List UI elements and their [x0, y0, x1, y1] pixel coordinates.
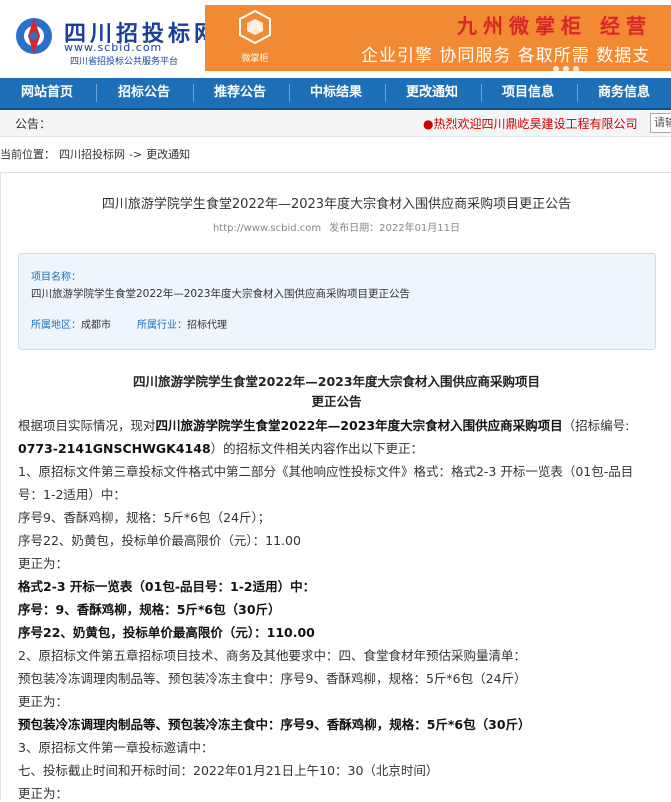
banner-logo: 微掌柜 [227, 9, 283, 67]
body-subheading: 更正公告 [311, 394, 362, 409]
banner-title: 九州微掌柜 经营 [457, 14, 652, 38]
banner-pager[interactable] [553, 57, 583, 71]
text-run: 根据项目实际情况，现对 [18, 418, 156, 433]
body-line: 序号22、奶黄包，投标单价最高限价（元）：11.00 [18, 533, 301, 548]
body-line: 2、原招标文件第五章招标项目技术、商务及其他要求中：四、食堂食材年预估采购量清单… [18, 648, 526, 663]
nav-business-info[interactable]: 商务信息 [579, 78, 669, 108]
body-line: 更正为： [18, 556, 69, 571]
breadcrumb-prefix: 当前位置： [0, 148, 55, 161]
nav-divider [193, 84, 194, 102]
site-logo[interactable]: 四川招投标网 www.scbid.com 四川省招投标公共服务平台 [14, 12, 216, 67]
cube-icon [239, 9, 271, 45]
body-line: 号：1-2适用）中： [18, 487, 126, 502]
nav-home[interactable]: 网站首页 [2, 78, 92, 108]
notice-marquee[interactable]: ●热烈欢迎四川鼎屹昊建设工程有限公司 [423, 115, 637, 132]
site-header: 四川招投标网 www.scbid.com 四川省招投标公共服务平台 微掌柜 九州… [0, 0, 671, 74]
body-line: 1、原招标文件第三章投标文件格式中第二部分《其他响应性投标文件》格式：格式2-3… [18, 464, 634, 479]
body-line: 3、原招标文件第一章投标邀请中： [18, 740, 214, 755]
breadcrumb-current[interactable]: 更改通知 [146, 148, 190, 161]
region-value: 成都市 [81, 320, 111, 331]
notice-label: 公告： [15, 117, 52, 131]
body-heading: 四川旅游学院学生食堂2022年—2023年度大宗食材入围供应商采购项目 [132, 374, 541, 389]
main-nav: 网站首页 招标公告 推荐公告 中标结果 更改通知 项目信息 商务信息 [0, 78, 671, 110]
logo-subtitle: 四川省招投标公共服务平台 [70, 57, 179, 67]
nav-tender-announcement[interactable]: 招标公告 [99, 78, 189, 108]
nav-project-info[interactable]: 项目信息 [483, 78, 573, 108]
nav-change-notice[interactable]: 更改通知 [387, 78, 477, 108]
nav-divider [96, 84, 97, 102]
text-run: （招标编号: [562, 418, 630, 433]
body-line: 0773-2141GNSCHWGK4148）的招标文件相关内容作出以下更正： [18, 438, 423, 457]
body-line: 七、投标截止时间和开标时间：2022年01月21日上午10：30（北京时间） [18, 763, 439, 778]
region-label: 所属地区： [31, 320, 81, 331]
project-name-bold: 四川旅游学院学生食堂2022年—2023年度大宗食材入围供应商采购项目 [155, 418, 563, 433]
publish-date-label: 发布日期： [329, 223, 380, 234]
breadcrumb-arrow: -> [129, 148, 143, 161]
article-title: 四川旅游学院学生食堂2022年—2023年度大宗食材入围供应商采购项目更正公告 [101, 197, 572, 212]
project-info-box: 项目名称： 四川旅游学院学生食堂2022年—2023年度大宗食材入围供应商采购项… [18, 253, 656, 350]
body-line: 更正为： [18, 786, 69, 801]
nav-divider [577, 84, 578, 102]
logo-mark-icon [16, 18, 52, 54]
project-meta-row: 所属地区：成都市 所属行业：招标代理 [31, 316, 253, 331]
industry-value: 招标代理 [187, 320, 227, 331]
breadcrumb-home-link[interactable]: 四川招投标网 [59, 148, 125, 161]
breadcrumb: 当前位置： 四川招投标网 -> 更改通知 [0, 146, 194, 162]
text-run: ）的招标文件相关内容作出以下更正： [210, 441, 424, 456]
notice-bar: 公告： ●热烈欢迎四川鼎屹昊建设工程有限公司 请输 [0, 110, 671, 137]
banner-tagline: 企业引擎 协同服务 各取所需 数据支 [361, 46, 651, 66]
article-meta: http://www.scbid.com 发布日期：2022年01月11日 [1, 219, 671, 234]
nav-recommended[interactable]: 推荐公告 [195, 78, 285, 108]
project-name-label: 项目名称： [31, 272, 81, 283]
body-line-bold: 序号：9、香酥鸡柳，规格：5斤*6包（30斤） [18, 602, 281, 617]
project-name: 四川旅游学院学生食堂2022年—2023年度大宗食材入围供应商采购项目更正公告 [31, 288, 410, 300]
nav-divider [289, 84, 290, 102]
body-line-bold: 格式2-3 开标一览表（01包-品目号：1-2适用）中： [18, 579, 316, 594]
industry-label: 所属行业： [137, 320, 187, 331]
nav-divider [385, 84, 386, 102]
article-source-url: http://www.scbid.com [212, 223, 322, 234]
publish-date: 2022年01月11日 [379, 223, 461, 234]
body-line: 预包装冷冻调理肉制品等、预包装冷冻主食中：序号9、香酥鸡柳，规格：5斤*6包（2… [18, 671, 527, 686]
body-line-bold: 序号22、奶黄包，投标单价最高限价（元）：110.00 [18, 625, 315, 640]
article-panel: 四川旅游学院学生食堂2022年—2023年度大宗食材入围供应商采购项目更正公告 … [0, 172, 671, 801]
nav-bid-results[interactable]: 中标结果 [291, 78, 381, 108]
nav-divider [481, 84, 482, 102]
body-line: 序号9、香酥鸡柳，规格：5斤*6包（24斤）； [18, 510, 271, 525]
banner-logo-text: 微掌柜 [241, 54, 269, 64]
tender-number: 0773-2141GNSCHWGK4148 [18, 441, 211, 456]
search-input[interactable]: 请输 [650, 113, 671, 133]
logo-url: www.scbid.com [64, 41, 163, 54]
body-line: 更正为： [18, 694, 69, 709]
ad-banner[interactable]: 微掌柜 九州微掌柜 经营 企业引擎 协同服务 各取所需 数据支 [205, 5, 671, 71]
body-line-bold: 预包装冷冻调理肉制品等、预包装冷冻主食中：序号9、香酥鸡柳，规格：5斤*6包（3… [18, 717, 531, 732]
body-line: 根据项目实际情况，现对四川旅游学院学生食堂2022年—2023年度大宗食材入围供… [18, 415, 629, 434]
